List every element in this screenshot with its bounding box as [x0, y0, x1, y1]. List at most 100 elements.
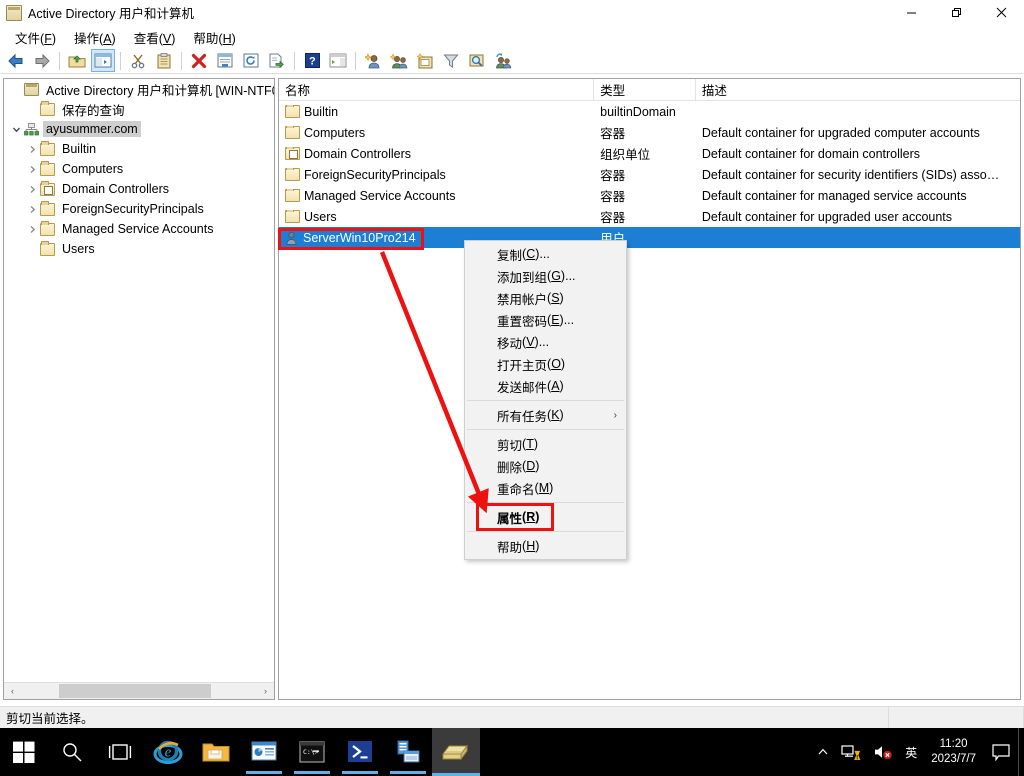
scroll-track[interactable] [21, 683, 257, 699]
context-menu-item-reset-password-accel: E [551, 313, 560, 327]
context-menu-item-add-to-group[interactable]: 添加到组(G)... [465, 265, 626, 287]
chevron-right-icon[interactable] [24, 139, 40, 159]
delete-button[interactable] [187, 49, 211, 72]
volume-muted-icon[interactable] [867, 728, 899, 776]
tree-node-domain[interactable]: ayusummer.com [4, 119, 274, 139]
refresh-button[interactable] [239, 49, 263, 72]
context-menu-item-cut-label: 剪切 [497, 438, 523, 453]
chevron-right-icon[interactable] [24, 159, 40, 179]
chevron-right-icon[interactable] [24, 219, 40, 239]
window-title: Active Directory 用户和计算机 [28, 7, 194, 21]
server-manager-icon[interactable] [240, 728, 288, 776]
network-warning-icon[interactable] [835, 728, 867, 776]
tree-node-foreign-security-principals[interactable]: ForeignSecurityPrincipals [4, 199, 274, 219]
task-view-icon[interactable] [96, 728, 144, 776]
back-button[interactable] [4, 49, 28, 72]
column-header-type-label: 类型 [600, 84, 626, 98]
context-menu-item-move[interactable]: 移动(V)... [465, 331, 626, 353]
cut-button[interactable] [126, 49, 150, 72]
context-menu[interactable]: 复制(C)... 添加到组(G)... 禁用帐户(S) 重置密码(E)... 移… [464, 240, 627, 560]
folder-icon [40, 220, 55, 236]
context-menu-item-properties[interactable]: 属性(R) [465, 506, 626, 528]
tree-node-builtin[interactable]: Builtin [4, 139, 274, 159]
menu-view[interactable]: 查看(V) [125, 26, 185, 49]
delegate-control-button[interactable] [491, 49, 515, 72]
show-tree-button[interactable] [91, 49, 115, 72]
tree-node-users[interactable]: Users [4, 239, 274, 259]
table-row[interactable]: Users 容器 Default container for upgraded … [279, 206, 1020, 227]
chevron-down-icon[interactable] [8, 119, 24, 139]
context-menu-item-reset-password-label: 重置密码 [497, 314, 548, 329]
tree-horizontal-scrollbar[interactable]: ‹ › [4, 682, 274, 699]
table-row-selected[interactable]: ServerWin10Pro214 用户 [279, 227, 1020, 248]
scroll-thumb[interactable] [59, 684, 211, 698]
new-user-button[interactable] [361, 49, 385, 72]
context-menu-item-help[interactable]: 帮助(H) [465, 535, 626, 557]
ad-users-computers-icon[interactable] [432, 728, 480, 776]
scroll-left-arrow-icon[interactable]: ‹ [4, 683, 21, 699]
forward-button[interactable] [30, 49, 54, 72]
show-console-button[interactable] [326, 49, 350, 72]
restore-button[interactable] [934, 0, 979, 26]
chevron-right-icon[interactable] [24, 179, 40, 199]
ie-icon[interactable]: e [144, 728, 192, 776]
column-header-type[interactable]: 类型 [594, 79, 696, 100]
context-menu-item-delete[interactable]: 删除(D) [465, 455, 626, 477]
properties-button[interactable] [213, 49, 237, 72]
filter-button[interactable] [439, 49, 463, 72]
close-button[interactable] [979, 0, 1024, 26]
search-icon[interactable] [48, 728, 96, 776]
clock[interactable]: 11:20 2023/7/7 [923, 728, 984, 776]
folder-icon [285, 209, 300, 223]
menu-action[interactable]: 操作(A) [65, 26, 125, 49]
minimize-button[interactable] [889, 0, 934, 26]
context-menu-item-copy[interactable]: 复制(C)... [465, 243, 626, 265]
tree-node-computers-label: Computers [62, 162, 124, 176]
menu-file[interactable]: 文件(F) [6, 26, 65, 49]
start-button[interactable] [0, 728, 48, 776]
new-container-button[interactable] [413, 49, 437, 72]
tray-chevron-up-icon[interactable] [811, 728, 835, 776]
context-menu-item-rename[interactable]: 重命名(M) [465, 477, 626, 499]
ime-indicator[interactable]: 英 [899, 728, 923, 776]
tree-node-computers[interactable]: Computers [4, 159, 274, 179]
submenu-chevron-right-icon: › [613, 409, 617, 421]
paste-button[interactable] [152, 49, 176, 72]
result-list-pane[interactable]: 名称 类型 描述 Builtin builtinDomain Computers… [278, 78, 1021, 700]
tree-node-saved-queries[interactable]: 保存的查询 [4, 99, 274, 119]
show-desktop-button[interactable] [1018, 728, 1024, 776]
console-tree-pane[interactable]: Active Directory 用户和计算机 [WIN-NTF0SI 保存的查… [3, 78, 275, 700]
context-menu-item-cut[interactable]: 剪切(T) [465, 433, 626, 455]
hyperv-icon[interactable] [384, 728, 432, 776]
tree-node-root[interactable]: Active Directory 用户和计算机 [WIN-NTF0SI [4, 79, 274, 99]
column-header-description[interactable]: 描述 [696, 79, 1020, 100]
new-group-button[interactable] [387, 49, 411, 72]
cmd-icon[interactable]: C:\> [288, 728, 336, 776]
tree-node-domain-controllers[interactable]: Domain Controllers [4, 179, 274, 199]
context-menu-item-send-mail[interactable]: 发送邮件(A) [465, 375, 626, 397]
table-row[interactable]: ForeignSecurityPrincipals 容器 Default con… [279, 164, 1020, 185]
table-row[interactable]: Domain Controllers 组织单位 Default containe… [279, 143, 1020, 164]
tree-node-managed-service-accounts[interactable]: Managed Service Accounts [4, 219, 274, 239]
clock-date: 2023/7/7 [931, 753, 976, 765]
up-folder-button[interactable] [65, 49, 89, 72]
powershell-icon[interactable] [336, 728, 384, 776]
context-menu-item-open-home-page[interactable]: 打开主页(O) [465, 353, 626, 375]
table-row[interactable]: Computers 容器 Default container for upgra… [279, 122, 1020, 143]
chevron-right-icon[interactable] [24, 199, 40, 219]
export-list-button[interactable] [265, 49, 289, 72]
menu-help[interactable]: 帮助(H) [184, 26, 244, 49]
column-header-name[interactable]: 名称 [279, 79, 595, 100]
context-menu-item-all-tasks[interactable]: 所有任务(K) › [465, 404, 626, 426]
file-explorer-icon[interactable] [192, 728, 240, 776]
context-menu-item-disable-account[interactable]: 禁用帐户(S) [465, 287, 626, 309]
action-center-icon[interactable] [984, 728, 1018, 776]
tree-node-domain-controllers-label: Domain Controllers [62, 182, 169, 196]
help-button[interactable]: ? [300, 49, 324, 72]
context-menu-item-reset-password[interactable]: 重置密码(E)... [465, 309, 626, 331]
table-row[interactable]: Managed Service Accounts 容器 Default cont… [279, 185, 1020, 206]
table-row[interactable]: Builtin builtinDomain [279, 101, 1020, 122]
find-button[interactable] [465, 49, 489, 72]
context-menu-separator [467, 429, 624, 430]
scroll-right-arrow-icon[interactable]: › [257, 683, 274, 699]
